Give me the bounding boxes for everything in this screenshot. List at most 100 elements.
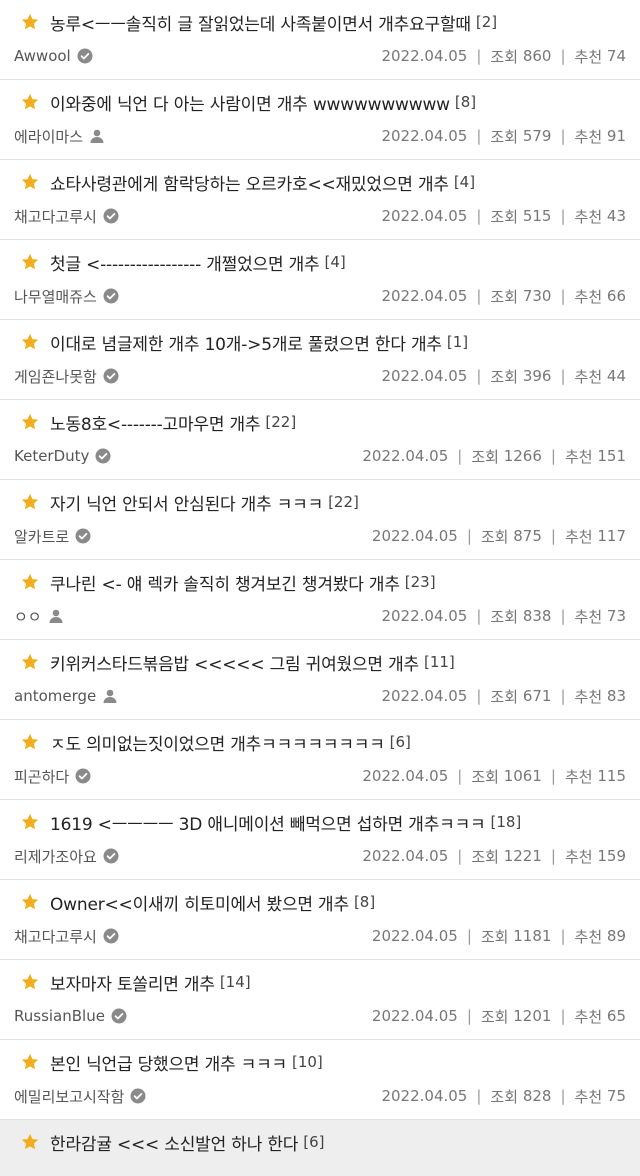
post-author[interactable]: ㅇㅇ (14, 606, 64, 627)
post-title[interactable]: Owner<<이새끼 히토미에서 봤으면 개추 (50, 890, 349, 915)
post-title[interactable]: 보자마자 토쏠리면 개추 (50, 970, 215, 995)
post-row[interactable]: 쿠나린 <- 얘 렉카 솔직히 챙겨보긴 챙겨봤다 개추 [23] ㅇㅇ 2022.0… (0, 560, 640, 640)
post-row[interactable]: 첫글 <----------------- 개쩔었으면 개추 [4] 나무열매쥬스 2… (0, 240, 640, 320)
post-author[interactable]: 나무열매쥬스 (14, 286, 119, 307)
post-title[interactable]: 첫글 <----------------- 개쩔었으면 개추 (50, 250, 320, 275)
post-author[interactable]: 에라이마스 (14, 126, 105, 147)
author-name[interactable]: 게임죤나못함 (14, 366, 97, 387)
views-label: 조회 (480, 527, 509, 546)
author-name[interactable]: 리제가조아요 (14, 846, 97, 867)
post-row[interactable]: 이대로 념글제한 개추 10개->5개로 풀렸으면 한다 개추 [1] 게임죤나못함… (0, 320, 640, 400)
post-title[interactable]: 1619 <ㅡㅡㅡㅡ 3D 애니메이션 빼먹으면 섭하면 개추ㅋㅋㅋ (50, 810, 486, 835)
post-title[interactable]: 본인 닉언급 당했으면 개추 ㅋㅋㅋ (50, 1050, 287, 1075)
post-title-line[interactable]: 자기 닉언 안되서 안심된다 개추 ㅋㅋㅋ [22] (20, 490, 628, 514)
author-name[interactable]: 채고다고루시 (14, 206, 97, 227)
post-title-line[interactable]: 한라감귤 <<< 소신발언 하나 한다 [6] (20, 1130, 628, 1154)
comment-count: [22] (265, 413, 297, 431)
views-label: 조회 (490, 287, 519, 306)
post-author[interactable]: Awwool (14, 47, 93, 65)
star-icon (20, 92, 40, 112)
comment-count: [10] (291, 1053, 323, 1071)
post-stats: 2022.04.05 | 조회 1266 | 추천 151 (362, 446, 626, 467)
author-name[interactable]: 알카트로 (14, 526, 69, 547)
post-title-line[interactable]: Owner<<이새끼 히토미에서 봤으면 개추 [8] (20, 890, 628, 914)
post-title-line[interactable]: 첫글 <----------------- 개쩔었으면 개추 [4] (20, 250, 628, 274)
post-meta: 에라이마스 2022.04.05 | 조회 579 | 추천 91 (14, 125, 626, 147)
post-meta: Awwool 2022.04.05 | 조회 860 | 추천 74 (14, 45, 626, 67)
post-date: 2022.04.05 (371, 527, 458, 545)
post-title[interactable]: ㅈ도 의미없는짓이었으면 개추ㅋㅋㅋㅋㅋㅋㅋㅋ (50, 730, 385, 755)
author-name[interactable]: 에밀리보고시작함 (14, 1086, 124, 1107)
post-title[interactable]: 이대로 념글제한 개추 10개->5개로 풀렸으면 한다 개추 (50, 330, 442, 355)
post-title-line[interactable]: 본인 닉언급 당했으면 개추 ㅋㅋㅋ [10] (20, 1050, 628, 1074)
post-author[interactable]: 알카트로 (14, 526, 91, 547)
post-title-line[interactable]: 농루<ㅡㅡ솔직히 글 잘읽었는데 사족붙이면서 개추요구할때 [2] (20, 10, 628, 34)
post-title-line[interactable]: 쿠나린 <- 얘 렉카 솔직히 챙겨보긴 챙겨봤다 개추 [23] (20, 570, 628, 594)
post-title-line[interactable]: 쇼타사령관에게 함락당하는 오르카호<<재밌었으면 개추 [4] (20, 170, 628, 194)
verified-check-icon (95, 448, 111, 464)
author-name[interactable]: RussianBlue (14, 1007, 105, 1025)
author-name[interactable]: Awwool (14, 47, 71, 65)
separator: | (560, 207, 566, 225)
post-author[interactable]: 피곤하다 (14, 766, 91, 787)
post-row[interactable]: 쇼타사령관에게 함락당하는 오르카호<<재밌었으면 개추 [4] 채고다고루시 202… (0, 160, 640, 240)
post-title[interactable]: 농루<ㅡㅡ솔직히 글 잘읽었는데 사족붙이면서 개추요구할때 (50, 10, 471, 35)
verified-check-icon (77, 48, 93, 64)
post-author[interactable]: 게임죤나못함 (14, 366, 119, 387)
post-row[interactable]: 농루<ㅡㅡ솔직히 글 잘읽었는데 사족붙이면서 개추요구할때 [2] Awwool 2… (0, 0, 640, 80)
author-name[interactable]: antomerge (14, 687, 96, 705)
post-title[interactable]: 쿠나린 <- 얘 렉카 솔직히 챙겨보긴 챙겨봤다 개추 (50, 570, 400, 595)
post-row[interactable]: ㅈ도 의미없는짓이었으면 개추ㅋㅋㅋㅋㅋㅋㅋㅋ [6] 피곤하다 2022.04.05… (0, 720, 640, 800)
post-title-line[interactable]: 보자마자 토쏠리면 개추 [14] (20, 970, 628, 994)
comment-count: [8] (454, 93, 477, 111)
views-count: 1221 (503, 847, 542, 865)
post-row[interactable]: 노동8호<-------고마우면 개추 [22] KeterDuty 2022.04.… (0, 400, 640, 480)
views-label: 조회 (490, 47, 519, 66)
likes-count: 83 (606, 687, 626, 705)
post-row[interactable]: Owner<<이새끼 히토미에서 봤으면 개추 [8] 채고다고루시 2022.04.… (0, 880, 640, 960)
post-row[interactable]: 보자마자 토쏠리면 개추 [14] RussianBlue 2022.04.05 | 조회… (0, 960, 640, 1040)
post-title[interactable]: 노동8호<-------고마우면 개추 (50, 410, 261, 435)
likes-count: 75 (606, 1087, 626, 1105)
views-label: 조회 (471, 767, 499, 786)
post-row[interactable]: 1619 <ㅡㅡㅡㅡ 3D 애니메이션 빼먹으면 섭하면 개추ㅋㅋㅋ [18] 리제… (0, 800, 640, 880)
post-date: 2022.04.05 (381, 127, 468, 145)
post-title[interactable]: 한라감귤 <<< 소신발언 하나 한다 (50, 1130, 298, 1155)
post-author[interactable]: 에밀리보고시작함 (14, 1086, 146, 1107)
author-name[interactable]: KeterDuty (14, 447, 89, 465)
author-name[interactable]: 피곤하다 (14, 766, 69, 787)
separator: | (476, 367, 482, 385)
star-icon (20, 252, 40, 272)
post-author[interactable]: antomerge (14, 687, 118, 705)
post-title[interactable]: 자기 닉언 안되서 안심된다 개추 ㅋㅋㅋ (50, 490, 323, 515)
post-row[interactable]: 이와중에 닉언 다 아는 사람이면 개추 wwwwwwwwww [8] 에라이마스 2… (0, 80, 640, 160)
post-row[interactable]: 키위커스타드볶음밥 <<<<< 그림 귀여웠으면 개추 [11] antomerge… (0, 640, 640, 720)
separator: | (476, 127, 482, 145)
post-row[interactable]: 자기 닉언 안되서 안심된다 개추 ㅋㅋㅋ [22] 알카트로 2022.04.05 |… (0, 480, 640, 560)
author-name[interactable]: 에라이마스 (14, 126, 83, 147)
post-author[interactable]: 리제가조아요 (14, 846, 119, 867)
author-name[interactable]: ㅇㅇ (14, 606, 42, 627)
post-title-line[interactable]: 키위커스타드볶음밥 <<<<< 그림 귀여웠으면 개추 [11] (20, 650, 628, 674)
post-author[interactable]: RussianBlue (14, 1007, 127, 1025)
post-stats: 2022.04.05 | 조회 730 | 추천 66 (381, 286, 626, 307)
author-name[interactable]: 채고다고루시 (14, 926, 97, 947)
post-author[interactable]: KeterDuty (14, 447, 111, 465)
post-title[interactable]: 키위커스타드볶음밥 <<<<< 그림 귀여웠으면 개추 (50, 650, 419, 675)
post-date: 2022.04.05 (381, 1087, 468, 1105)
post-title-line[interactable]: 1619 <ㅡㅡㅡㅡ 3D 애니메이션 빼먹으면 섭하면 개추ㅋㅋㅋ [18] (20, 810, 628, 834)
post-title-line[interactable]: 노동8호<-------고마우면 개추 [22] (20, 410, 628, 434)
views-label: 조회 (490, 607, 519, 626)
post-title-line[interactable]: 이와중에 닉언 다 아는 사람이면 개추 wwwwwwwwww [8] (20, 90, 628, 114)
post-title[interactable]: 쇼타사령관에게 함락당하는 오르카호<<재밌었으면 개추 (50, 170, 449, 195)
post-title[interactable]: 이와중에 닉언 다 아는 사람이면 개추 wwwwwwwwww (50, 90, 450, 115)
post-row[interactable]: 본인 닉언급 당했으면 개추 ㅋㅋㅋ [10] 에밀리보고시작함 2022.04.05… (0, 1040, 640, 1120)
post-author[interactable]: 채고다고루시 (14, 926, 119, 947)
likes-count: 43 (606, 207, 626, 225)
comment-count: [6] (389, 733, 411, 751)
post-title-line[interactable]: 이대로 념글제한 개추 10개->5개로 풀렸으면 한다 개추 [1] (20, 330, 628, 354)
post-author[interactable]: 채고다고루시 (14, 206, 119, 227)
post-row[interactable]: 한라감귤 <<< 소신발언 하나 한다 [6] (0, 1120, 640, 1176)
post-title-line[interactable]: ㅈ도 의미없는짓이었으면 개추ㅋㅋㅋㅋㅋㅋㅋㅋ [6] (20, 730, 628, 754)
author-name[interactable]: 나무열매쥬스 (14, 286, 97, 307)
